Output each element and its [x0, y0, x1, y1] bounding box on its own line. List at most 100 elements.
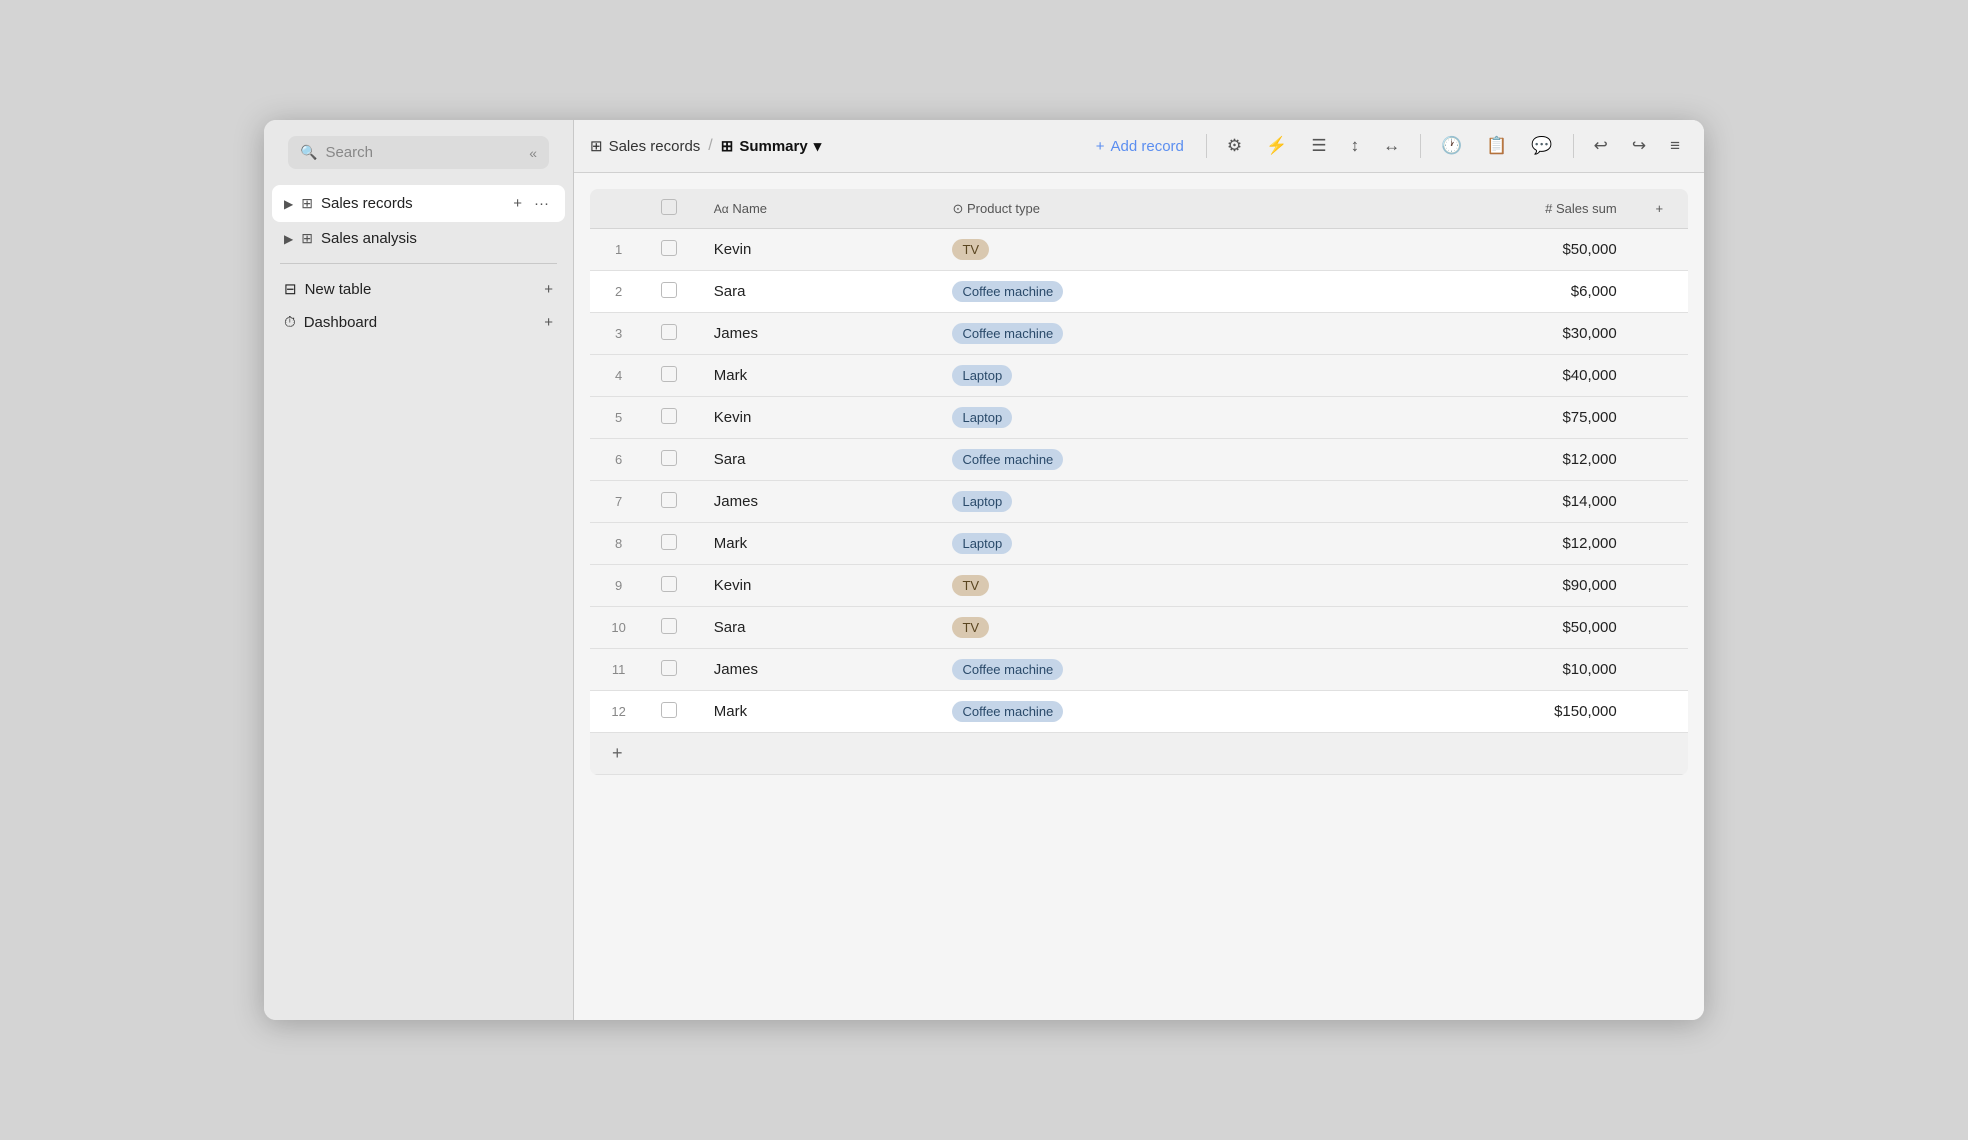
- row-checkbox[interactable]: [661, 534, 677, 550]
- row-num: 11: [590, 649, 647, 691]
- sidebar-item-dashboard[interactable]: ⏱ Dashboard +: [272, 306, 565, 339]
- row-checkbox[interactable]: [661, 282, 677, 298]
- sort-button[interactable]: ↕: [1343, 130, 1368, 162]
- row-product-type: Coffee machine: [938, 691, 1392, 733]
- sidebar: 🔍 Search « ▶ ⊞ Sales records + ··· ▶ ⊞ S…: [264, 120, 574, 1020]
- row-name: Sara: [700, 439, 939, 481]
- table-row[interactable]: 3JamesCoffee machine$30,000: [590, 313, 1688, 355]
- collapse-button[interactable]: «: [529, 145, 537, 161]
- chevron-icon: ▶: [284, 197, 293, 211]
- row-checkbox[interactable]: [661, 450, 677, 466]
- row-add-cell: [1631, 649, 1688, 691]
- row-product-type: Coffee machine: [938, 439, 1392, 481]
- sidebar-item-new-table[interactable]: ⊟ New table +: [272, 272, 565, 306]
- group-button[interactable]: ↔: [1375, 130, 1408, 162]
- row-checkbox[interactable]: [661, 702, 677, 718]
- new-table-add-icon[interactable]: +: [544, 281, 553, 298]
- name-col-icon: Aα: [714, 202, 729, 216]
- product-badge: TV: [952, 239, 989, 260]
- row-add-cell: [1631, 397, 1688, 439]
- search-icon: 🔍: [300, 144, 317, 161]
- row-num: 3: [590, 313, 647, 355]
- product-badge: TV: [952, 617, 989, 638]
- add-record-label: Add record: [1111, 138, 1184, 155]
- header-checkbox[interactable]: [661, 199, 677, 215]
- settings-button[interactable]: ⚙: [1219, 130, 1250, 162]
- row-name: Kevin: [700, 397, 939, 439]
- search-bar[interactable]: 🔍 Search «: [288, 136, 549, 169]
- row-add-cell: [1631, 439, 1688, 481]
- row-product-type: TV: [938, 229, 1392, 271]
- row-num: 5: [590, 397, 647, 439]
- row-checkbox[interactable]: [661, 240, 677, 256]
- table-row[interactable]: 8MarkLaptop$12,000: [590, 523, 1688, 565]
- col-header-add[interactable]: +: [1631, 189, 1688, 229]
- summary-dropdown-icon[interactable]: ▾: [814, 137, 822, 155]
- row-name: James: [700, 313, 939, 355]
- table-row[interactable]: 5KevinLaptop$75,000: [590, 397, 1688, 439]
- sidebar-item-sales-analysis[interactable]: ▶ ⊞ Sales analysis: [272, 222, 565, 255]
- table-row[interactable]: 10SaraTV$50,000: [590, 607, 1688, 649]
- row-checkbox-cell: [647, 313, 700, 355]
- row-checkbox-cell: [647, 439, 700, 481]
- add-col-icon[interactable]: +: [1656, 201, 1664, 216]
- row-num: 8: [590, 523, 647, 565]
- row-checkbox[interactable]: [661, 366, 677, 382]
- history-button[interactable]: 🕐: [1433, 130, 1470, 162]
- add-icon[interactable]: +: [509, 193, 526, 214]
- toolbar-actions: + Add record ⚙ ⚡ ☰ ↕ ↔ 🕐 📋 💬 ↩ ↪ ≡: [1086, 130, 1688, 162]
- table-row[interactable]: 7JamesLaptop$14,000: [590, 481, 1688, 523]
- table-row[interactable]: 4MarkLaptop$40,000: [590, 355, 1688, 397]
- row-sales-sum: $40,000: [1392, 355, 1631, 397]
- redo-button[interactable]: ↪: [1624, 130, 1654, 162]
- breadcrumb-root[interactable]: ⊞ Sales records: [590, 137, 700, 155]
- row-checkbox[interactable]: [661, 618, 677, 634]
- table-row[interactable]: 11JamesCoffee machine$10,000: [590, 649, 1688, 691]
- more-button[interactable]: ≡: [1662, 130, 1688, 162]
- table-row[interactable]: 9KevinTV$90,000: [590, 565, 1688, 607]
- filter-button[interactable]: ⚡: [1258, 130, 1295, 162]
- row-sales-sum: $12,000: [1392, 439, 1631, 481]
- add-record-button[interactable]: + Add record: [1086, 132, 1194, 161]
- row-num: 6: [590, 439, 647, 481]
- row-name: Sara: [700, 271, 939, 313]
- row-checkbox[interactable]: [661, 492, 677, 508]
- sidebar-item-label: Sales analysis: [321, 230, 553, 247]
- more-icon[interactable]: ···: [530, 193, 553, 214]
- product-badge: Coffee machine: [952, 701, 1063, 722]
- sidebar-item-sales-records[interactable]: ▶ ⊞ Sales records + ···: [272, 185, 565, 222]
- row-checkbox[interactable]: [661, 576, 677, 592]
- col-header-num: [590, 189, 647, 229]
- col-header-product[interactable]: ⊙ Product type: [938, 189, 1392, 229]
- product-badge: TV: [952, 575, 989, 596]
- data-table: Aα Name ⊙ Product type # Sales sum +: [590, 189, 1688, 775]
- dashboard-add-icon[interactable]: +: [544, 314, 553, 331]
- chevron-icon: ▶: [284, 232, 293, 246]
- col-header-name[interactable]: Aα Name: [700, 189, 939, 229]
- app-window: 🔍 Search « ▶ ⊞ Sales records + ··· ▶ ⊞ S…: [264, 120, 1704, 1020]
- row-num: 10: [590, 607, 647, 649]
- toolbar-divider-2: [1420, 134, 1421, 158]
- row-sales-sum: $30,000: [1392, 313, 1631, 355]
- row-sales-sum: $10,000: [1392, 649, 1631, 691]
- table-row[interactable]: 2SaraCoffee machine$6,000: [590, 271, 1688, 313]
- product-badge: Laptop: [952, 491, 1012, 512]
- chat-button[interactable]: 💬: [1523, 130, 1560, 162]
- col-header-check: [647, 189, 700, 229]
- view-button[interactable]: ☰: [1303, 130, 1334, 162]
- breadcrumb-current[interactable]: ⊞ Summary ▾: [721, 137, 821, 155]
- row-checkbox[interactable]: [661, 408, 677, 424]
- table-row[interactable]: 1KevinTV$50,000: [590, 229, 1688, 271]
- comments-button[interactable]: 📋: [1478, 130, 1515, 162]
- add-row-button[interactable]: +: [604, 741, 631, 766]
- undo-button[interactable]: ↩: [1586, 130, 1616, 162]
- row-checkbox[interactable]: [661, 324, 677, 340]
- row-checkbox[interactable]: [661, 660, 677, 676]
- table-row[interactable]: 6 SaraCoffee machine$12,000: [590, 439, 1688, 481]
- col-header-sales[interactable]: # Sales sum: [1392, 189, 1631, 229]
- breadcrumb-separator: /: [708, 137, 712, 155]
- table-row[interactable]: 12MarkCoffee machine$150,000: [590, 691, 1688, 733]
- summary-table-icon: ⊞: [721, 137, 734, 155]
- new-table-label: New table: [305, 281, 537, 298]
- row-sales-sum: $50,000: [1392, 607, 1631, 649]
